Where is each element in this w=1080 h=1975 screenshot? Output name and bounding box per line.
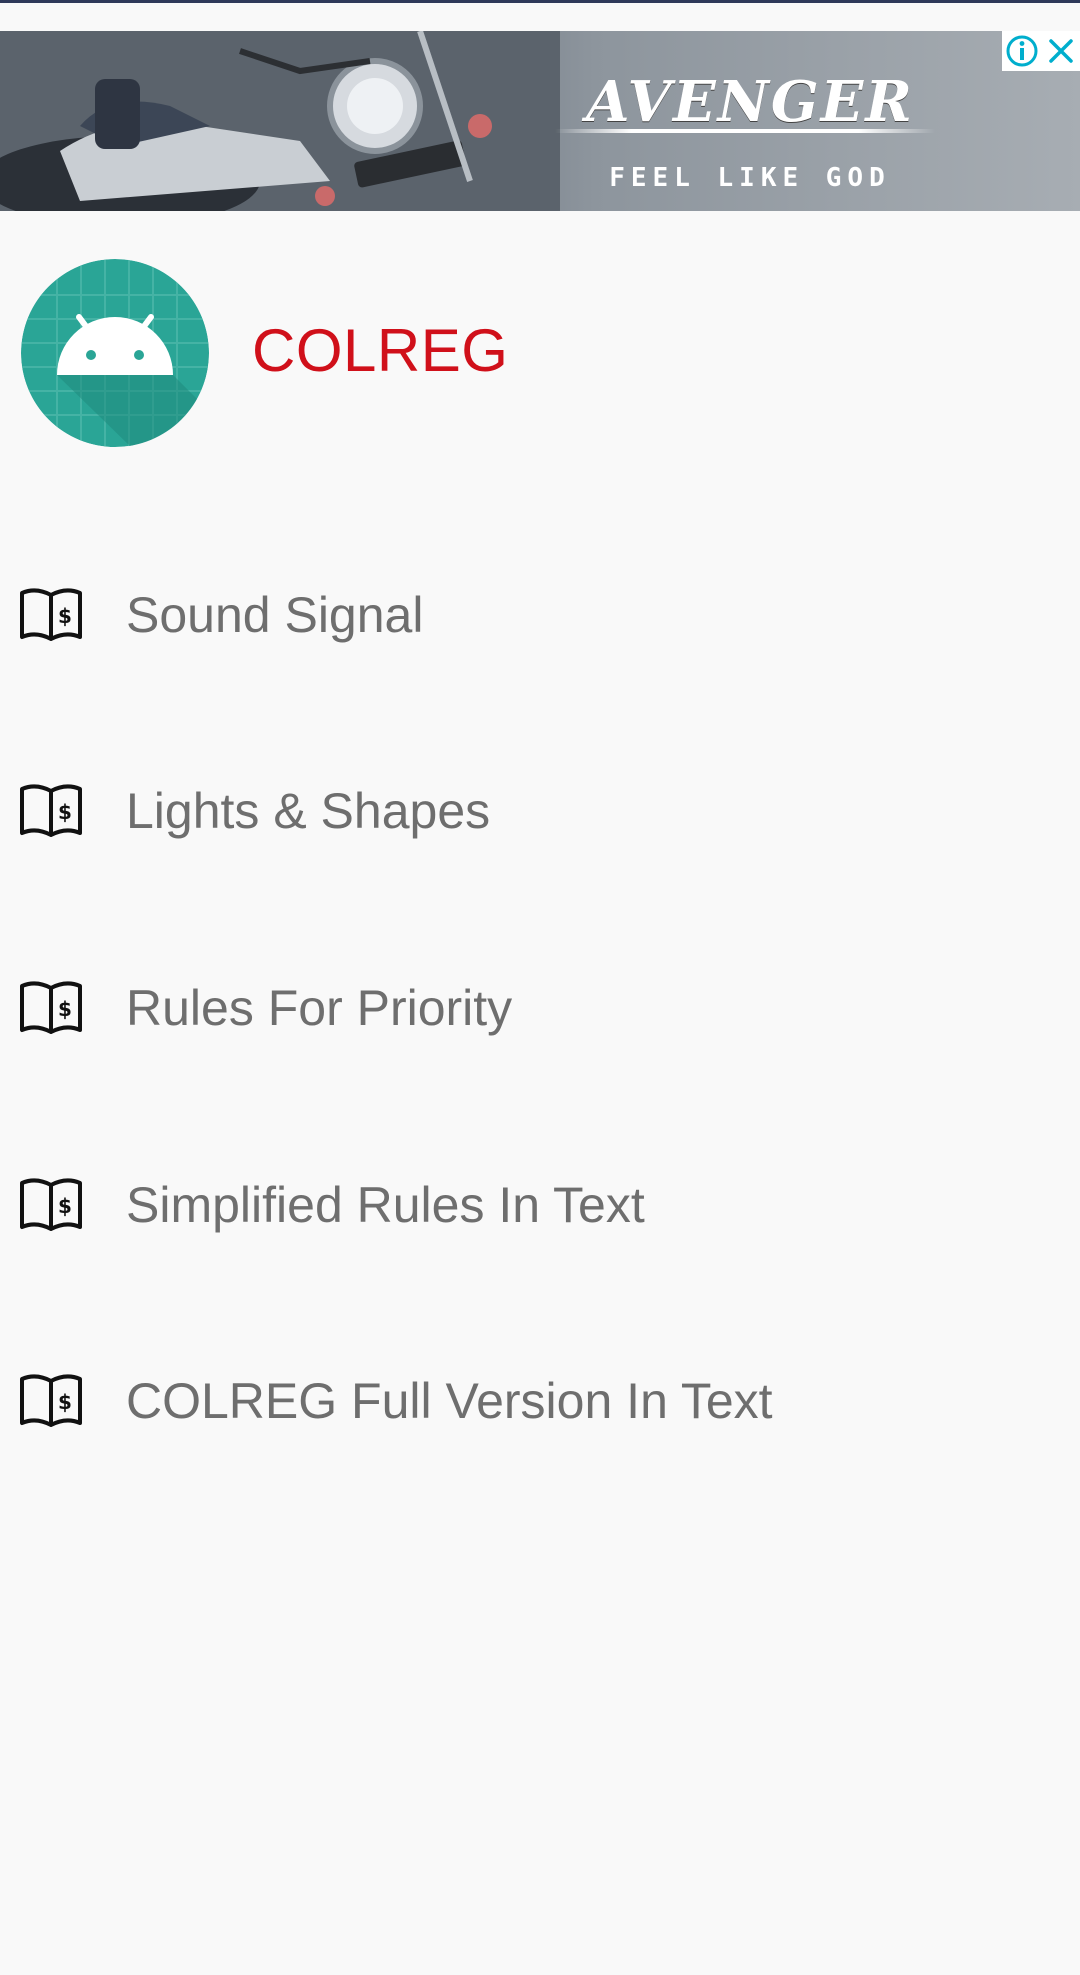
- svg-text:$: $: [58, 1390, 72, 1414]
- book-icon: $: [20, 981, 82, 1034]
- book-icon: $: [20, 1178, 82, 1231]
- book-icon: $: [20, 784, 82, 837]
- app-title: COLREG: [252, 317, 509, 384]
- close-icon[interactable]: [1044, 34, 1078, 68]
- svg-text:$: $: [58, 604, 72, 628]
- book-icon: $: [20, 588, 82, 641]
- menu-item-colreg-full-version[interactable]: $ COLREG Full Version In Text: [0, 1336, 1080, 1466]
- top-divider: [0, 0, 1080, 3]
- svg-text:$: $: [58, 800, 72, 824]
- android-logo-icon: [21, 259, 209, 447]
- ad-tagline: FEEL LIKE GOD: [609, 163, 891, 193]
- info-icon[interactable]: [1005, 34, 1039, 68]
- ad-headline: AVENGER: [586, 69, 914, 135]
- ad-banner[interactable]: AVENGER FEEL LIKE GOD: [0, 31, 1080, 211]
- menu-item-sound-signal[interactable]: $ Sound Signal: [0, 550, 1080, 680]
- ad-controls: [1002, 31, 1080, 71]
- motorcycle-image: [0, 31, 560, 211]
- svg-text:$: $: [58, 997, 72, 1021]
- svg-text:$: $: [58, 1194, 72, 1218]
- menu-item-label: Lights & Shapes: [126, 783, 491, 839]
- menu-item-label: Rules For Priority: [126, 980, 513, 1036]
- menu-item-simplified-rules[interactable]: $ Simplified Rules In Text: [0, 1140, 1080, 1270]
- menu-item-label: Sound Signal: [126, 587, 424, 643]
- menu-item-lights-shapes[interactable]: $ Lights & Shapes: [0, 746, 1080, 876]
- menu-item-label: COLREG Full Version In Text: [126, 1373, 773, 1429]
- menu-item-rules-for-priority[interactable]: $ Rules For Priority: [0, 943, 1080, 1073]
- ad-swoosh: [555, 129, 935, 133]
- menu-item-label: Simplified Rules In Text: [126, 1177, 645, 1233]
- book-icon: $: [20, 1374, 82, 1427]
